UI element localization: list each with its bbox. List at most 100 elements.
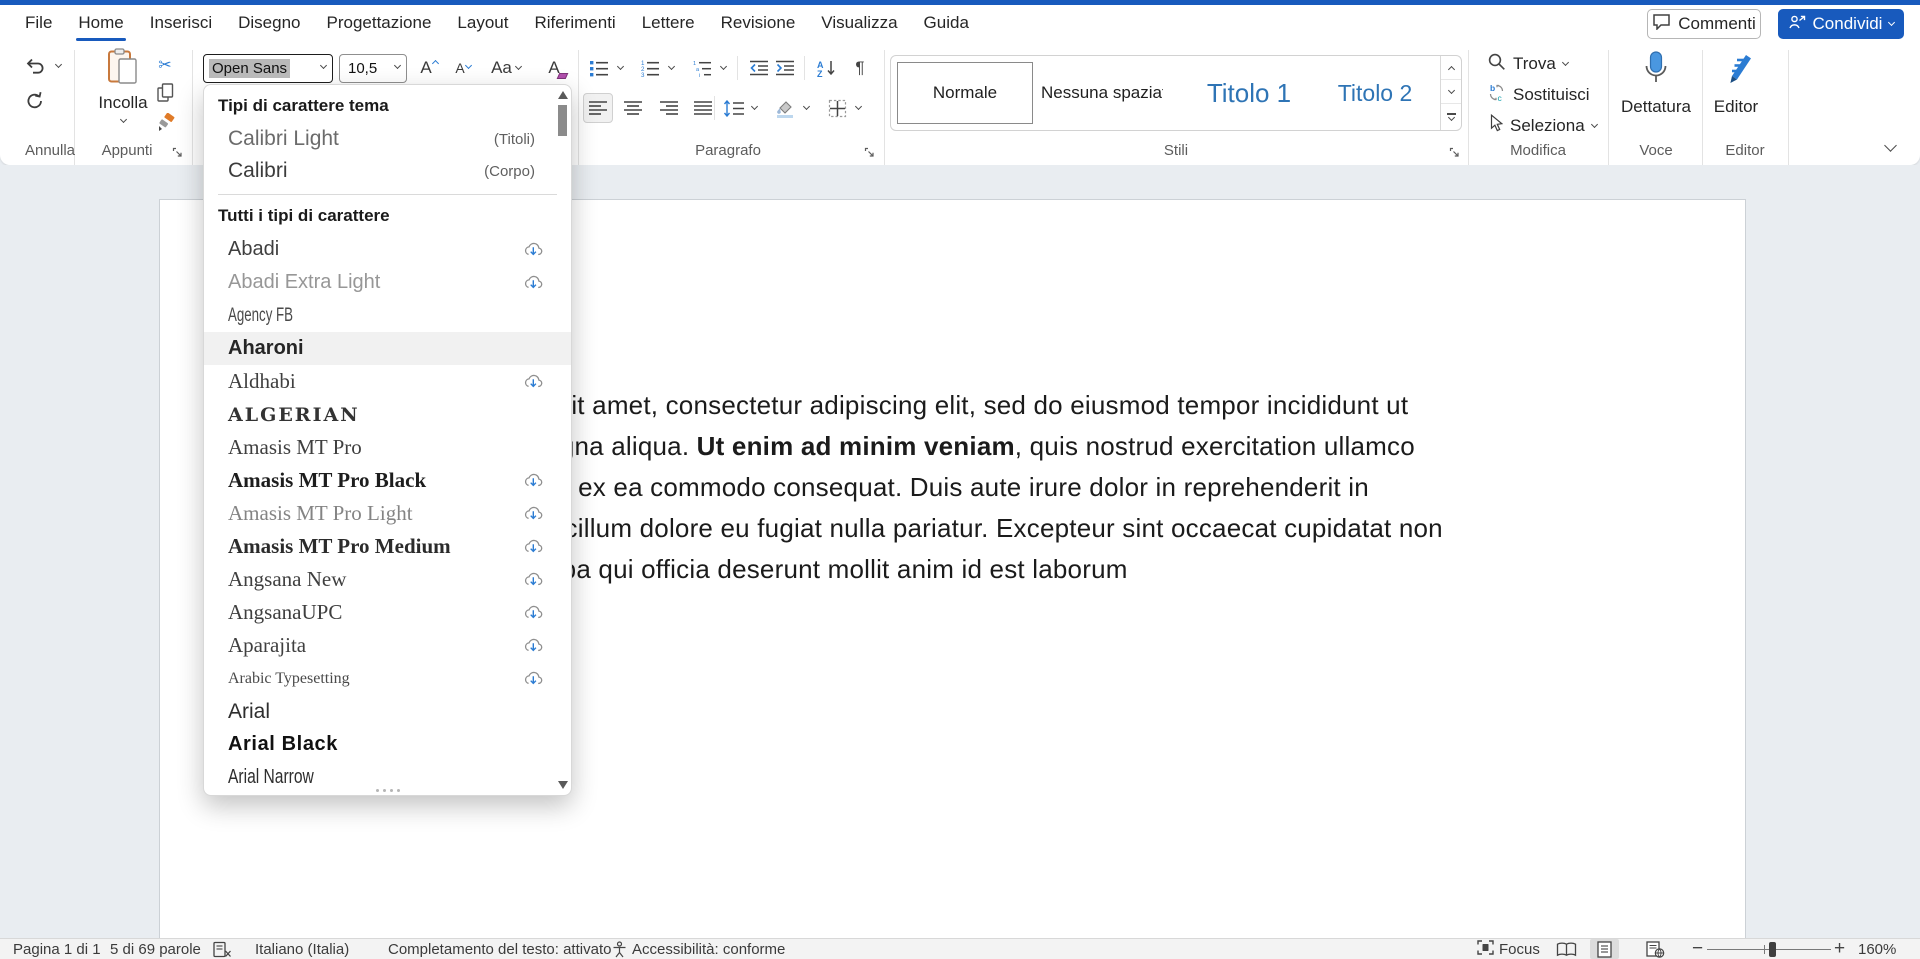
language-status[interactable]: Italiano (Italia) [255, 939, 349, 959]
styles-dialog-launcher[interactable] [1449, 145, 1462, 158]
font-option-amasis-mt-pro-light[interactable]: Amasis MT Pro Light [204, 497, 571, 530]
menu-tab-home[interactable]: Home [65, 5, 136, 42]
line-spacing-button[interactable] [720, 94, 748, 122]
font-option-calibri[interactable]: Calibri(Corpo) [204, 155, 571, 187]
font-option-arial-black[interactable]: Arial Black [204, 728, 571, 761]
format-painter-button[interactable] [152, 111, 178, 139]
line-spacing-dropdown[interactable] [748, 94, 760, 122]
font-option-arabic-typesetting[interactable]: Arabic Typesetting [204, 662, 571, 695]
align-center-button[interactable] [620, 94, 646, 122]
increase-indent-button[interactable] [772, 54, 798, 82]
menu-tab-layout[interactable]: Layout [444, 5, 521, 42]
proofing-icon[interactable] [213, 939, 232, 959]
zoom-out-button[interactable]: − [1692, 939, 1703, 959]
styles-scroll-up-button[interactable] [1441, 56, 1461, 80]
zoom-in-button[interactable]: + [1834, 939, 1845, 959]
font-option-agency-fb[interactable]: Agency FB [204, 299, 571, 332]
style-card-normale[interactable]: Normale [897, 62, 1033, 124]
cut-button[interactable]: ✂ [152, 51, 178, 79]
style-card-nessuna-spaziatura[interactable]: Nessuna spaziatu [1041, 62, 1163, 124]
find-button[interactable]: Trova [1487, 52, 1568, 76]
font-option-abadi-extra-light[interactable]: Abadi Extra Light [204, 266, 571, 299]
font-option-amasis-mt-pro[interactable]: Amasis MT Pro [204, 431, 571, 464]
font-option-amasis-mt-pro-black[interactable]: Amasis MT Pro Black [204, 464, 571, 497]
multilevel-list-button[interactable]: 1ai [689, 54, 715, 82]
accessibility-status[interactable]: Accessibilità: conforme [632, 939, 785, 959]
borders-dropdown[interactable] [852, 94, 864, 122]
bullets-dropdown[interactable] [614, 54, 626, 82]
numbering-dropdown[interactable] [665, 54, 677, 82]
font-option-algerian[interactable]: ALGERIAN [204, 398, 571, 431]
font-option-aharoni[interactable]: Aharoni [204, 332, 571, 365]
font-option-abadi[interactable]: Abadi [204, 233, 571, 266]
zoom-percent[interactable]: 160% [1858, 939, 1896, 959]
menu-tab-revisione[interactable]: Revisione [708, 5, 809, 42]
shading-dropdown[interactable] [800, 94, 812, 122]
style-card-titolo-1[interactable]: Titolo 1 [1179, 62, 1319, 124]
dictate-button[interactable]: Dettatura [1614, 50, 1698, 117]
justify-button[interactable] [690, 94, 716, 122]
share-button[interactable]: Condividi [1778, 9, 1904, 39]
styles-scroll-down-button[interactable] [1441, 80, 1461, 104]
menu-tab-disegno[interactable]: Disegno [225, 5, 313, 42]
shading-button[interactable] [772, 94, 798, 122]
bullets-button[interactable] [586, 54, 612, 82]
change-case-button[interactable]: Aa [486, 54, 526, 82]
styles-more-button[interactable] [1441, 104, 1461, 128]
web-layout-button[interactable] [1646, 939, 1665, 959]
select-button[interactable]: Seleziona [1489, 114, 1597, 137]
paragraph-dialog-launcher[interactable] [864, 145, 877, 158]
undo-dropdown-button[interactable] [52, 52, 64, 80]
scroll-up-arrow[interactable] [558, 91, 568, 99]
font-option-aldhabi[interactable]: Aldhabi [204, 365, 571, 398]
page-indicator[interactable]: Pagina 1 di 1 [13, 939, 101, 959]
dropdown-resize-handle[interactable] [204, 789, 571, 792]
font-option-calibri-light[interactable]: Calibri Light(Titoli) [204, 123, 571, 155]
menu-tab-lettere[interactable]: Lettere [629, 5, 708, 42]
font-option-aparajita[interactable]: Aparajita [204, 629, 571, 662]
word-count[interactable]: 5 di 69 parole [110, 939, 201, 959]
zoom-slider[interactable] [1707, 949, 1831, 950]
shrink-font-button[interactable]: A [448, 54, 478, 82]
font-option-angsanaupc[interactable]: AngsanaUPC [204, 596, 571, 629]
align-right-button[interactable] [656, 94, 682, 122]
font-option-amasis-mt-pro-medium[interactable]: Amasis MT Pro Medium [204, 530, 571, 563]
print-layout-button[interactable] [1590, 939, 1619, 959]
read-mode-button[interactable] [1556, 939, 1577, 959]
multilevel-dropdown[interactable] [717, 54, 729, 82]
borders-button[interactable] [824, 94, 850, 122]
copy-button[interactable] [152, 81, 178, 109]
decrease-indent-button[interactable] [746, 54, 772, 82]
font-size-combo[interactable]: 10,5 [339, 54, 407, 83]
menu-tab-riferimenti[interactable]: Riferimenti [521, 5, 628, 42]
replace-button[interactable]: bc Sostituisci [1487, 83, 1590, 107]
style-card-titolo-2[interactable]: Titolo 2 [1323, 62, 1427, 124]
menu-tab-inserisci[interactable]: Inserisci [137, 5, 225, 42]
font-option-arial[interactable]: Arial [204, 695, 571, 728]
menu-tab-progettazione[interactable]: Progettazione [314, 5, 445, 42]
editor-button[interactable]: Editor [1706, 50, 1766, 117]
font-option-angsana-new[interactable]: Angsana New [204, 563, 571, 596]
redo-button[interactable] [20, 86, 50, 114]
pilcrow-button[interactable]: ¶ [847, 54, 873, 82]
undo-button[interactable] [20, 52, 50, 80]
numbering-button[interactable]: 123 [637, 54, 663, 82]
scrollbar-thumb[interactable] [558, 105, 567, 136]
sort-button[interactable]: AZ [813, 54, 839, 82]
clear-formatting-button[interactable]: A [540, 54, 568, 82]
menu-tab-file[interactable]: File [12, 5, 65, 42]
paste-button[interactable]: Incolla [94, 48, 152, 122]
text-completion-status[interactable]: Completamento del testo: attivato [388, 939, 611, 959]
font-name-combo[interactable]: Open Sans [203, 54, 333, 83]
align-left-button[interactable] [583, 93, 613, 123]
focus-toggle[interactable]: Focus [1477, 939, 1540, 959]
grow-font-button[interactable]: A [414, 54, 444, 82]
dropdown-scrollbar[interactable] [557, 88, 569, 792]
scroll-down-arrow[interactable] [558, 781, 568, 789]
menu-tab-guida[interactable]: Guida [911, 5, 982, 42]
menu-tab-visualizza[interactable]: Visualizza [808, 5, 910, 42]
collapse-ribbon-button[interactable] [1886, 137, 1895, 155]
zoom-slider-thumb[interactable] [1769, 942, 1776, 957]
clipboard-dialog-launcher[interactable] [172, 145, 185, 158]
comments-button[interactable]: Commenti [1647, 9, 1761, 39]
